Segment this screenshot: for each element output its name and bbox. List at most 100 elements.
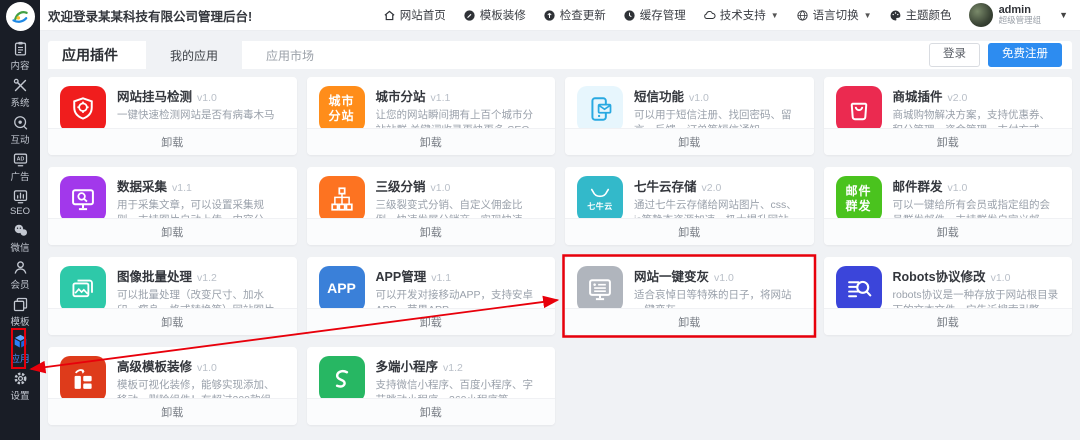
caret-down-icon[interactable]: ▼: [1059, 10, 1068, 20]
apps-cube-icon: [12, 333, 29, 350]
sidebar: 内容系统互动 AD广告 SEO 微信会员模板应用设置: [0, 0, 40, 440]
page-title: 应用插件: [48, 45, 146, 65]
plugin-version: v1.1: [172, 182, 192, 194]
topbar: 欢迎登录某某科技有限公司管理后台! 网站首页模板装修检查更新缓存管理技术支持▼语…: [40, 0, 1080, 31]
content-icon: [12, 40, 29, 57]
uninstall-button[interactable]: 卸载: [824, 218, 1073, 245]
plugin-name: 七牛云存储: [634, 176, 697, 195]
settings-gear-icon: [12, 370, 29, 387]
plugin-version: v1.0: [991, 272, 1011, 284]
uninstall-button[interactable]: 卸载: [307, 398, 556, 425]
avatar[interactable]: [969, 3, 993, 27]
plugin-card-7: 七牛云七牛云存储v2.0通过七牛云存储给网站图片、css、js等静态资源加速，极…: [565, 167, 814, 245]
sidebar-item-8[interactable]: 模板: [10, 293, 30, 330]
topnav-label: 网站首页: [400, 7, 446, 23]
collect-icon: [60, 176, 106, 222]
plugin-card-9: 图像批量处理v1.2可以批量处理（改变尺寸、加水印、瘦身、格式转换等）网站图片卸…: [48, 257, 297, 335]
register-button[interactable]: 免费注册: [988, 43, 1062, 67]
tab-my-apps[interactable]: 我的应用: [146, 41, 242, 69]
top-navigation: 网站首页 模板装修 检查更新 缓存管理 技术支持▼ 语言切换▼ 主题颜色: [366, 7, 952, 23]
sidebar-item-label: SEO: [10, 206, 30, 217]
theme-palette-icon: [889, 9, 902, 22]
uninstall-button[interactable]: 卸载: [48, 398, 297, 425]
uninstall-button[interactable]: 卸载: [48, 128, 297, 155]
plugin-version: v2.0: [948, 92, 968, 104]
update-icon: [543, 9, 556, 22]
plugin-version: v1.2: [197, 272, 217, 284]
plugin-version: v1.2: [443, 362, 463, 374]
icon-text-line: 邮件: [845, 184, 871, 199]
plugin-card-4: 商城插件v2.0商城购物解决方案，支持优惠券、积分管理、资金管理、支付方式、配送…: [824, 77, 1073, 155]
plugin-name: 三级分销: [376, 176, 426, 195]
uninstall-button[interactable]: 卸载: [565, 218, 814, 245]
topnav-item-6[interactable]: 语言切换▼: [796, 7, 872, 23]
site-logo-icon[interactable]: [6, 2, 35, 31]
sidebar-item-3[interactable]: 互动: [10, 111, 30, 148]
distribution-icon: [319, 176, 365, 222]
plugin-card-5: 数据采集v1.1用于采集文章，可以设置采集规则，支持图片自动上传、内容分页采集、…: [48, 167, 297, 245]
plugin-card-12: Robots协议修改v1.0robots协议是一种存放于网站根目录下的文本文件，…: [824, 257, 1073, 335]
uninstall-button[interactable]: 卸载: [307, 218, 556, 245]
svg-text:AD: AD: [16, 156, 24, 162]
sidebar-item-label: 应用: [10, 351, 29, 365]
plugin-name: 邮件群发: [893, 176, 943, 195]
plugin-version: v1.0: [948, 182, 968, 194]
sidebar-item-label: 会员: [10, 277, 29, 291]
topnav-item-4[interactable]: 缓存管理: [623, 7, 686, 23]
topnav-item-5[interactable]: 技术支持▼: [703, 7, 779, 23]
login-button[interactable]: 登录: [929, 43, 980, 67]
uninstall-button[interactable]: 卸载: [48, 218, 297, 245]
tab-app-market[interactable]: 应用市场: [242, 41, 338, 69]
sidebar-item-label: 模板: [10, 314, 29, 328]
sidebar-item-4[interactable]: AD广告: [10, 148, 30, 185]
uninstall-button[interactable]: 卸载: [824, 308, 1073, 335]
plugin-version: v1.1: [431, 92, 451, 104]
topnav-item-3[interactable]: 检查更新: [543, 7, 606, 23]
topnav-label: 技术支持: [720, 7, 766, 23]
uninstall-button[interactable]: 卸载: [824, 128, 1073, 155]
plugin-version: v1.0: [197, 362, 217, 374]
content-header: 应用插件 我的应用 应用市场 登录 免费注册: [48, 41, 1072, 69]
plugin-card-11: 网站一键变灰v1.0适合哀悼日等特殊的日子，将网站一键变灰卸载: [565, 257, 814, 335]
uninstall-button[interactable]: 卸载: [307, 308, 556, 335]
plugin-name: 高级模板装修: [117, 356, 192, 375]
mail-text-icon: 邮件群发: [836, 176, 882, 222]
sidebar-item-label: 互动: [10, 132, 29, 146]
language-globe-icon: [796, 9, 809, 22]
topnav-label: 检查更新: [560, 7, 606, 23]
uninstall-button[interactable]: 卸载: [307, 128, 556, 155]
plugin-cards-grid: 网站挂马检测v1.0一键快速检测网站是否有病毒木马卸载城市分站城市分站v1.1让…: [48, 77, 1072, 425]
sidebar-item-2[interactable]: 系统: [10, 74, 30, 111]
sidebar-item-7[interactable]: 会员: [10, 256, 30, 293]
icon-text-line: 群发: [845, 199, 871, 214]
sidebar-item-9[interactable]: 应用: [10, 330, 30, 367]
icon-text-line: 分站: [328, 109, 354, 124]
sidebar-item-label: 内容: [10, 58, 29, 72]
images-icon: [60, 266, 106, 312]
plugin-version: v1.0: [689, 92, 709, 104]
uninstall-button[interactable]: 卸载: [565, 308, 814, 335]
welcome-text: 欢迎登录某某科技有限公司管理后台!: [48, 6, 252, 25]
plugin-name: APP管理: [376, 266, 427, 285]
plugin-card-1: 网站挂马检测v1.0一键快速检测网站是否有病毒木马卸载: [48, 77, 297, 155]
topnav-item-1[interactable]: 网站首页: [383, 7, 446, 23]
miniprogram-icon: [319, 356, 365, 402]
sidebar-item-5[interactable]: SEO: [10, 185, 30, 219]
user-menu[interactable]: admin 超级管理组 ▼: [969, 3, 1068, 27]
uninstall-button[interactable]: 卸载: [565, 128, 814, 155]
topnav-label: 语言切换: [813, 7, 859, 23]
main-area: 欢迎登录某某科技有限公司管理后台! 网站首页模板装修检查更新缓存管理技术支持▼语…: [40, 0, 1080, 440]
topnav-item-7[interactable]: 主题颜色: [889, 7, 952, 23]
icon-text-line: 七牛云: [587, 202, 613, 212]
topnav-item-2[interactable]: 模板装修: [463, 7, 526, 23]
uninstall-button[interactable]: 卸载: [48, 308, 297, 335]
sidebar-item-label: 微信: [10, 240, 29, 254]
seo-icon: [12, 188, 29, 205]
interaction-icon: [12, 114, 29, 131]
plugin-version: v1.0: [197, 92, 217, 104]
sidebar-item-6[interactable]: 微信: [10, 219, 30, 256]
sidebar-item-10[interactable]: 设置: [10, 367, 30, 404]
sidebar-item-1[interactable]: 内容: [10, 37, 30, 74]
user-role: 超级管理组: [999, 16, 1042, 25]
home-icon: [383, 9, 396, 22]
